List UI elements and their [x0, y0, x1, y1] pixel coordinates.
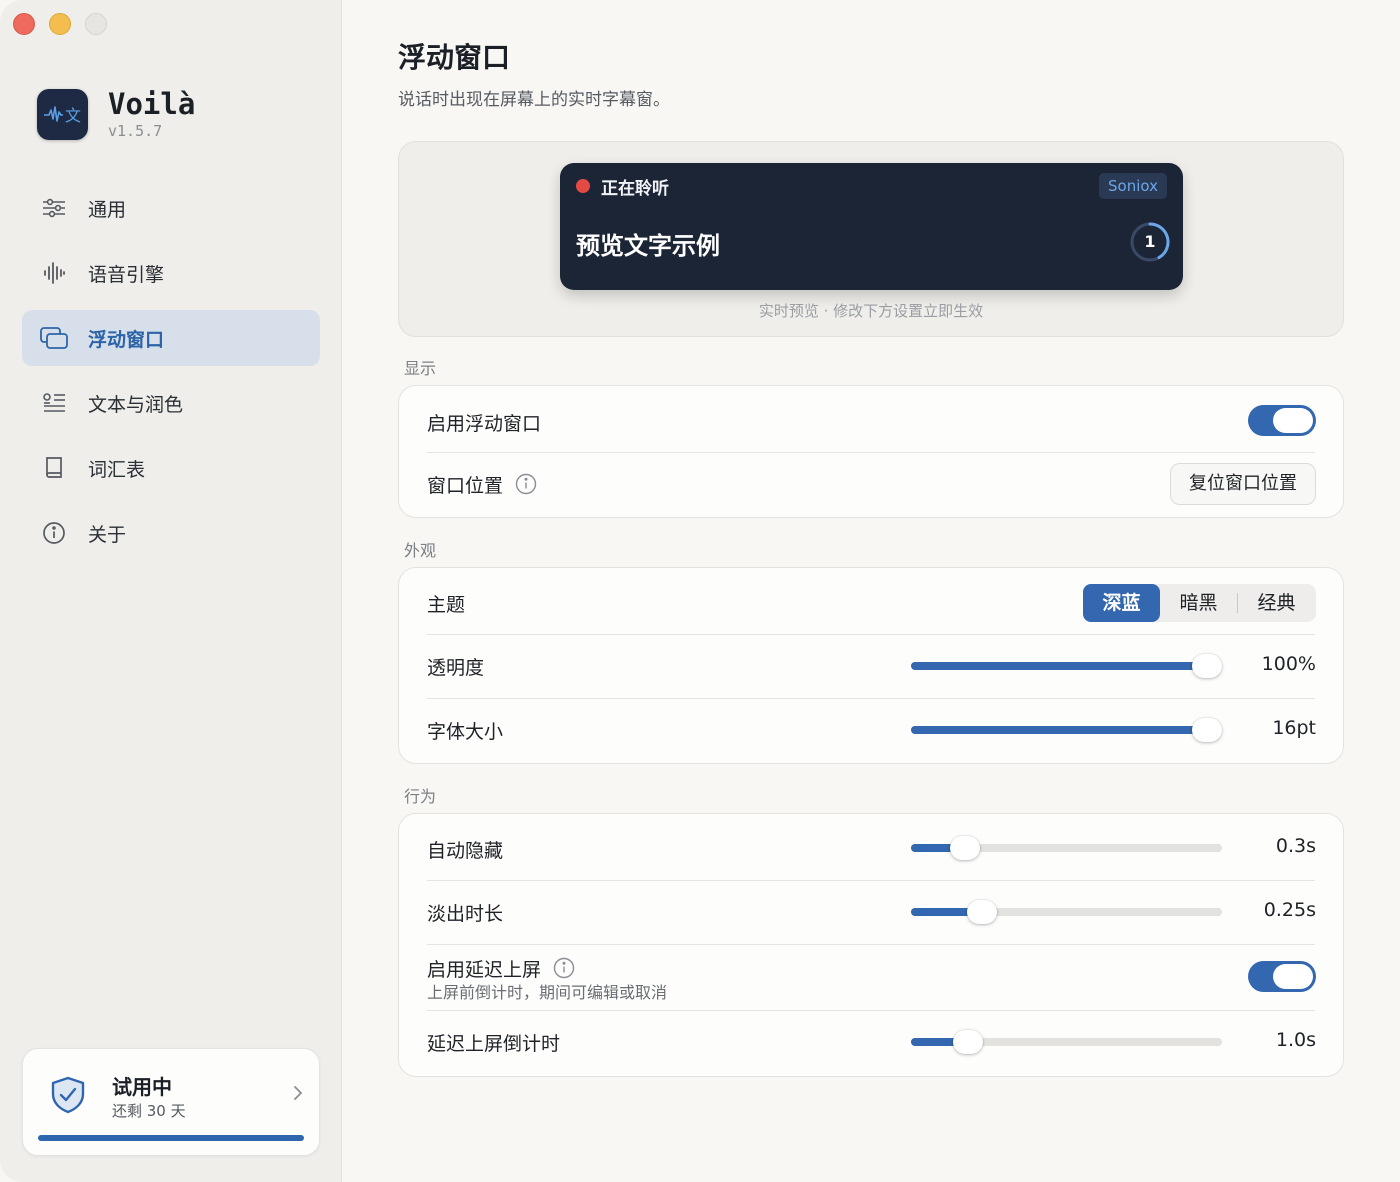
- windows-icon: [40, 324, 68, 352]
- slider-thumb[interactable]: [953, 1030, 984, 1054]
- font-size-label: 字体大小: [427, 720, 504, 743]
- info-icon[interactable]: [515, 473, 537, 495]
- theme-option-dark[interactable]: 暗黑: [1160, 584, 1237, 622]
- slider-thumb[interactable]: [1192, 718, 1222, 742]
- sidebar-nav: 通用 语音引擎 浮动窗口 文本与润色 词汇表 关于: [22, 180, 320, 570]
- reset-position-button[interactable]: 复位窗口位置: [1170, 463, 1316, 505]
- sidebar-item-label: 关于: [88, 523, 127, 546]
- font-size-slider[interactable]: [911, 718, 1222, 742]
- sidebar-item-glossary[interactable]: 词汇表: [22, 440, 320, 496]
- enable-floating-toggle[interactable]: [1248, 405, 1316, 436]
- divider: [427, 452, 1315, 453]
- svg-text:文: 文: [65, 106, 81, 125]
- divider: [427, 944, 1315, 945]
- trial-progress-bar: [38, 1135, 304, 1141]
- engine-badge: Soniox: [1099, 173, 1167, 199]
- info-icon: [40, 519, 68, 547]
- enable-floating-row: 启用浮动窗口: [427, 406, 1315, 438]
- delay-commit-toggle[interactable]: [1248, 961, 1316, 992]
- window-position-label: 窗口位置: [427, 474, 504, 497]
- text-list-icon: [40, 389, 68, 417]
- main-content: 浮动窗口 说话时出现在屏幕上的实时字幕窗。 正在聆听 Soniox 预览文字示例…: [342, 0, 1400, 1182]
- section-label-appearance: 外观: [404, 541, 437, 560]
- slider-thumb[interactable]: [1192, 654, 1222, 678]
- minimize-window-button[interactable]: [49, 13, 71, 35]
- opacity-value: 100%: [1261, 653, 1316, 675]
- page-subtitle: 说话时出现在屏幕上的实时字幕窗。: [398, 90, 670, 110]
- delay-commit-sub-row: 上屏前倒计时，期间可编辑或取消: [427, 980, 1315, 1002]
- sidebar-item-label: 词汇表: [88, 458, 146, 481]
- page-title: 浮动窗口: [398, 41, 511, 74]
- divider: [427, 698, 1315, 699]
- auto-hide-slider[interactable]: [911, 836, 1222, 860]
- chevron-right-icon: [293, 1085, 303, 1106]
- floating-window-preview: 正在聆听 Soniox 预览文字示例 1: [560, 163, 1183, 290]
- trial-status-card[interactable]: 试用中 还剩 30 天: [22, 1048, 320, 1156]
- fade-duration-label: 淡出时长: [427, 902, 504, 925]
- listening-status: 正在聆听: [601, 179, 669, 199]
- trial-remaining: 还剩 30 天: [112, 1102, 186, 1120]
- countdown-number: 1: [1144, 232, 1156, 251]
- opacity-label: 透明度: [427, 656, 485, 679]
- font-size-value: 16pt: [1272, 717, 1316, 739]
- divider: [427, 880, 1315, 881]
- section-label-behavior: 行为: [404, 787, 437, 806]
- close-window-button[interactable]: [13, 13, 35, 35]
- book-icon: [40, 454, 68, 482]
- preview-sample-text: 预览文字示例: [576, 232, 720, 260]
- theme-label: 主题: [427, 593, 466, 616]
- slider-thumb[interactable]: [950, 836, 981, 860]
- delay-countdown-value: 1.0s: [1275, 1029, 1316, 1051]
- opacity-slider[interactable]: [911, 654, 1222, 678]
- delay-countdown-label: 延迟上屏倒计时: [427, 1032, 561, 1055]
- shield-check-icon: [49, 1075, 87, 1119]
- preview-area: 正在聆听 Soniox 预览文字示例 1 实时预览 · 修改下方设置立即生效: [398, 141, 1344, 337]
- sidebar-item-floating-window[interactable]: 浮动窗口: [22, 310, 320, 366]
- fade-duration-slider[interactable]: [911, 900, 1222, 924]
- display-card: 启用浮动窗口 窗口位置 复位窗口位置: [398, 385, 1344, 518]
- delay-commit-label: 启用延迟上屏: [427, 958, 542, 981]
- sidebar-item-text-polish[interactable]: 文本与润色: [22, 375, 320, 431]
- waveform-translate-icon: 文: [37, 88, 88, 140]
- section-label-display: 显示: [404, 359, 437, 378]
- auto-hide-value: 0.3s: [1275, 835, 1316, 857]
- auto-hide-label: 自动隐藏: [427, 839, 504, 862]
- sidebar: 文 Voilà v1.5.7 通用 语音引擎 浮动窗口 文本与润色 词汇表 关于…: [0, 0, 342, 1182]
- slider-thumb[interactable]: [967, 900, 998, 924]
- sidebar-item-general[interactable]: 通用: [22, 180, 320, 236]
- appearance-card: 主题 深蓝 暗黑 经典 透明度 100% 字体大小 16pt: [398, 567, 1344, 764]
- sidebar-item-label: 文本与润色: [88, 393, 184, 416]
- sidebar-item-speech-engine[interactable]: 语音引擎: [22, 245, 320, 301]
- preview-hint: 实时预览 · 修改下方设置立即生效: [758, 302, 984, 320]
- delay-commit-description: 上屏前倒计时，期间可编辑或取消: [427, 983, 668, 1002]
- sidebar-item-label: 浮动窗口: [88, 328, 165, 351]
- app-version: v1.5.7: [108, 122, 163, 140]
- theme-segmented-control: 深蓝 暗黑 经典: [1083, 584, 1316, 622]
- theme-option-deep-blue[interactable]: 深蓝: [1083, 584, 1160, 622]
- fade-duration-value: 0.25s: [1263, 899, 1316, 921]
- divider: [427, 1010, 1315, 1011]
- recording-dot-icon: [576, 179, 590, 193]
- delay-countdown-slider[interactable]: [911, 1030, 1222, 1054]
- countdown-ring: 1: [1129, 221, 1171, 263]
- app-window: 文 Voilà v1.5.7 通用 语音引擎 浮动窗口 文本与润色 词汇表 关于…: [0, 0, 1400, 1182]
- behavior-card: 自动隐藏 0.3s 淡出时长 0.25s 启用延迟上屏 上屏前倒计时，期间可编辑…: [398, 813, 1344, 1077]
- zoom-window-button[interactable]: [85, 13, 107, 35]
- enable-floating-label: 启用浮动窗口: [427, 412, 542, 435]
- sidebar-item-about[interactable]: 关于: [22, 505, 320, 561]
- theme-option-classic[interactable]: 经典: [1238, 584, 1315, 622]
- info-icon[interactable]: [553, 957, 575, 979]
- waveform-icon: [40, 259, 68, 287]
- app-brand: 文 Voilà v1.5.7: [37, 88, 195, 140]
- sidebar-item-label: 语音引擎: [88, 263, 165, 286]
- divider: [427, 634, 1315, 635]
- sidebar-item-label: 通用: [88, 198, 127, 221]
- trial-title: 试用中: [112, 1075, 172, 1099]
- sliders-icon: [40, 194, 68, 222]
- app-name: Voilà: [108, 87, 196, 121]
- window-controls: [13, 13, 107, 35]
